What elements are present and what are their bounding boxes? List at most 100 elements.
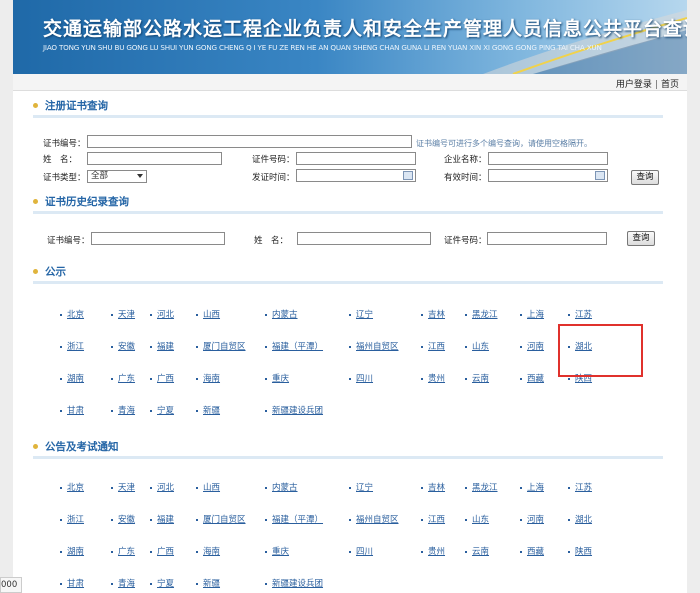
province-link[interactable]: 河南 [520,513,544,525]
id-label: 证件号码： [252,155,295,165]
cert-no-input[interactable] [87,135,412,148]
province-link[interactable]: 黑龙江 [465,308,498,320]
province-link[interactable]: 湖南 [60,372,84,384]
bullet-icon [568,518,570,521]
cert-query-button[interactable]: 查询 [631,170,659,185]
history-id-input[interactable] [487,232,607,245]
province-name: 江苏 [575,483,593,493]
province-link[interactable]: 云南 [465,372,489,384]
province-link[interactable]: 山西 [196,308,220,320]
bullet-icon [150,409,152,412]
province-link[interactable]: 天津 [111,481,135,493]
name-input[interactable] [87,152,222,165]
province-link[interactable]: 厦门自贸区 [196,340,246,352]
province-link[interactable]: 山西 [196,481,220,493]
history-query-button[interactable]: 查询 [627,231,655,246]
province-link[interactable]: 山东 [465,513,489,525]
province-link[interactable]: 内蒙古 [265,481,298,493]
province-link[interactable]: 青海 [111,404,135,416]
id-input[interactable] [296,152,416,165]
bullet-icon [150,345,152,348]
province-link[interactable]: 重庆 [265,545,289,557]
province-link[interactable]: 贵州 [421,372,445,384]
province-link[interactable]: 湖北 [568,513,592,525]
province-link[interactable]: 宁夏 [150,404,174,416]
province-link[interactable]: 福建（平潭） [265,340,323,352]
bullet-icon [465,377,467,380]
province-link[interactable]: 湖南 [60,545,84,557]
province-link[interactable]: 海南 [196,545,220,557]
cert-type-select[interactable]: 全部 [87,170,147,183]
province-link[interactable]: 江苏 [568,308,592,320]
province-link[interactable]: 重庆 [265,372,289,384]
history-name-input[interactable] [297,232,431,245]
province-link[interactable]: 云南 [465,545,489,557]
section-divider [33,456,663,459]
province-link[interactable]: 新疆建设兵团 [265,404,323,416]
province-link[interactable]: 吉林 [421,308,445,320]
province-link[interactable]: 河北 [150,308,174,320]
province-name: 内蒙古 [272,310,298,320]
province-link[interactable]: 福州自贸区 [349,340,399,352]
bullet-icon [421,377,423,380]
bullet-icon [568,486,570,489]
login-link[interactable]: 用户登录 [616,80,652,90]
province-link[interactable]: 安徽 [111,513,135,525]
province-link[interactable]: 新疆建设兵团 [265,577,323,589]
province-link[interactable]: 内蒙古 [265,308,298,320]
notices-title-text: 公告及考试通知 [45,441,119,453]
province-link[interactable]: 上海 [520,481,544,493]
province-link[interactable]: 宁夏 [150,577,174,589]
province-link[interactable]: 浙江 [60,340,84,352]
province-link[interactable]: 陕西 [568,545,592,557]
province-link[interactable]: 黑龙江 [465,481,498,493]
province-link[interactable]: 江西 [421,513,445,525]
province-link[interactable]: 天津 [111,308,135,320]
province-link[interactable]: 广东 [111,545,135,557]
province-link[interactable]: 河北 [150,481,174,493]
province-link[interactable]: 安徽 [111,340,135,352]
home-link[interactable]: 首页 [661,80,679,90]
calendar-icon[interactable] [595,171,605,180]
province-link[interactable]: 浙江 [60,513,84,525]
province-link[interactable]: 福建（平潭） [265,513,323,525]
province-link[interactable]: 福建 [150,340,174,352]
province-link[interactable]: 甘肃 [60,577,84,589]
history-cert-no-input[interactable] [91,232,225,245]
province-link[interactable]: 四川 [349,372,373,384]
province-link[interactable]: 山东 [465,340,489,352]
province-link[interactable]: 四川 [349,545,373,557]
province-link[interactable]: 广东 [111,372,135,384]
province-link[interactable]: 江苏 [568,481,592,493]
province-link[interactable]: 江西 [421,340,445,352]
province-link[interactable]: 西藏 [520,545,544,557]
province-link[interactable]: 青海 [111,577,135,589]
province-link[interactable]: 广西 [150,372,174,384]
province-link[interactable]: 新疆 [196,404,220,416]
province-link[interactable]: 广西 [150,545,174,557]
province-link[interactable]: 辽宁 [349,308,373,320]
bullet-icon [465,518,467,521]
province-link[interactable]: 贵州 [421,545,445,557]
province-link[interactable]: 厦门自贸区 [196,513,246,525]
province-link[interactable]: 甘肃 [60,404,84,416]
province-link[interactable]: 西藏 [520,372,544,384]
province-name: 福州自贸区 [356,342,399,352]
bullet-icon [111,518,113,521]
province-link[interactable]: 河南 [520,340,544,352]
calendar-icon[interactable] [403,171,413,180]
province-link[interactable]: 新疆 [196,577,220,589]
province-link[interactable]: 辽宁 [349,481,373,493]
company-input[interactable] [488,152,608,165]
province-link[interactable]: 吉林 [421,481,445,493]
province-link[interactable]: 海南 [196,372,220,384]
province-name: 山东 [472,342,490,352]
valid-date-input[interactable] [488,169,608,182]
issue-date-input[interactable] [296,169,416,182]
province-link[interactable]: 福建 [150,513,174,525]
province-link[interactable]: 北京 [60,308,84,320]
province-link[interactable]: 上海 [520,308,544,320]
province-link[interactable]: 北京 [60,481,84,493]
province-link[interactable]: 福州自贸区 [349,513,399,525]
main-content: 注册证书查询 证书编号： 证书编号可进行多个编号查询，请使用空格隔开。 姓 名：… [13,91,687,593]
